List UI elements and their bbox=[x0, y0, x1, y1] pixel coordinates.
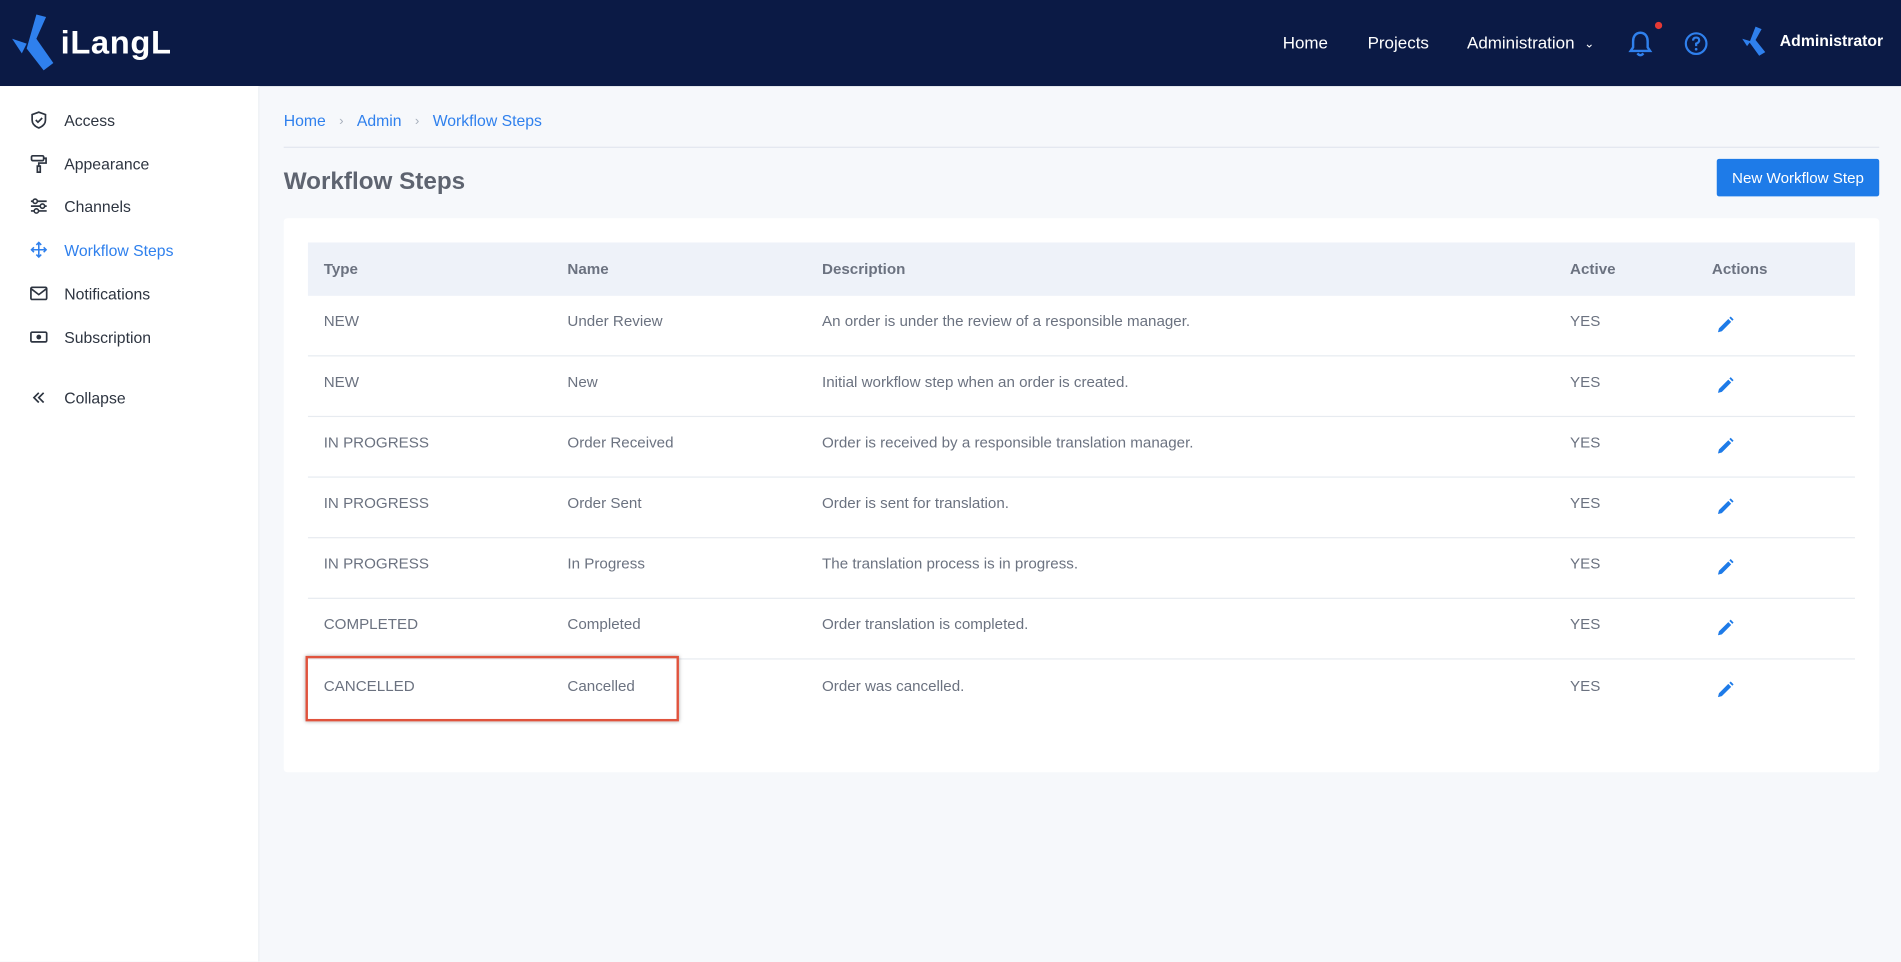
edit-pencil-icon[interactable] bbox=[1717, 559, 1734, 576]
cell-description: Order is received by a responsible trans… bbox=[822, 434, 1194, 452]
top-bar: iLangL Home Projects Administration ⌄ Adm… bbox=[0, 0, 1901, 87]
table-row: IN PROGRESS Order Received Order is rece… bbox=[307, 417, 1855, 478]
sidebar-item-notifications[interactable]: Notifications bbox=[29, 284, 150, 303]
edit-pencil-icon[interactable] bbox=[1717, 619, 1734, 637]
table-row: COMPLETED Completed Order translation is… bbox=[307, 599, 1855, 660]
cell-active: YES bbox=[1570, 555, 1601, 573]
chevron-down-icon: ⌄ bbox=[1584, 37, 1595, 51]
cell-name: Under Review bbox=[567, 312, 663, 330]
sliders-icon bbox=[30, 198, 47, 214]
sidebar-collapse[interactable]: Collapse bbox=[29, 388, 126, 407]
edit-pencil-icon[interactable] bbox=[1717, 681, 1734, 698]
cell-name: In Progress bbox=[567, 555, 645, 573]
sidebar-item-label: Notifications bbox=[64, 284, 151, 303]
cell-type: IN PROGRESS bbox=[323, 555, 429, 573]
sidebar-item-workflow-steps[interactable]: Workflow Steps bbox=[29, 240, 173, 259]
cell-type: COMPLETED bbox=[323, 615, 419, 633]
user-avatar-icon[interactable] bbox=[1741, 25, 1768, 57]
user-name[interactable]: Administrator bbox=[1780, 32, 1883, 50]
breadcrumb-admin[interactable]: Admin bbox=[357, 112, 402, 130]
nav-home[interactable]: Home bbox=[1283, 33, 1328, 52]
table-header: Type Name Description Active Actions bbox=[307, 242, 1855, 296]
sidebar-item-access[interactable]: Access bbox=[29, 110, 115, 129]
table-row: IN PROGRESS Order Sent Order is sent for… bbox=[307, 478, 1855, 539]
sidebar-item-label: Channels bbox=[64, 197, 131, 216]
chevron-right-icon: › bbox=[339, 113, 344, 128]
edit-pencil-icon[interactable] bbox=[1717, 316, 1734, 333]
table-row: NEW Under Review An order is under the r… bbox=[307, 296, 1855, 357]
workflow-icon bbox=[30, 241, 48, 259]
cell-active: YES bbox=[1570, 677, 1601, 695]
sidebar: Access Appearance Channels Workflow Step… bbox=[0, 86, 260, 962]
cell-type: IN PROGRESS bbox=[323, 434, 429, 452]
app-root: iLangL Home Projects Administration ⌄ Adm… bbox=[0, 0, 1901, 962]
sidebar-item-label: Appearance bbox=[64, 154, 150, 173]
edit-pencil-icon[interactable] bbox=[1717, 498, 1734, 515]
edit-pencil-icon[interactable] bbox=[1717, 437, 1734, 455]
workflow-steps-table: Type Name Description Active Actions NEW… bbox=[283, 218, 1880, 773]
cell-name: New bbox=[567, 373, 598, 391]
paint-roller-icon bbox=[30, 154, 47, 174]
cell-description: Order was cancelled. bbox=[822, 677, 965, 695]
nav-administration[interactable]: Administration ⌄ bbox=[1467, 33, 1594, 52]
cell-name: Completed bbox=[567, 615, 641, 633]
cell-description: The translation process is in progress. bbox=[822, 555, 1079, 573]
column-header-type: Type bbox=[323, 260, 358, 278]
cell-name: Order Received bbox=[567, 434, 674, 452]
cell-type: NEW bbox=[323, 312, 360, 330]
cell-type: NEW bbox=[323, 373, 360, 391]
sidebar-item-channels[interactable]: Channels bbox=[29, 196, 131, 215]
logo-icon bbox=[12, 14, 54, 71]
breadcrumb-home[interactable]: Home bbox=[284, 112, 326, 130]
cell-active: YES bbox=[1570, 312, 1601, 330]
collapse-label: Collapse bbox=[64, 388, 126, 407]
cell-type: IN PROGRESS bbox=[323, 494, 429, 512]
nav-projects[interactable]: Projects bbox=[1368, 33, 1429, 52]
breadcrumb-workflow-steps[interactable]: Workflow Steps bbox=[433, 112, 542, 130]
cell-active: YES bbox=[1570, 373, 1601, 391]
mail-icon bbox=[30, 286, 48, 301]
sidebar-item-label: Subscription bbox=[64, 327, 152, 347]
main-content: Home › Admin › Workflow Steps Workflow S… bbox=[261, 86, 1901, 961]
cell-description: Initial workflow step when an order is c… bbox=[822, 373, 1129, 391]
column-header-active: Active bbox=[1570, 260, 1616, 278]
table-row: CANCELLED Cancelled Order was cancelled.… bbox=[308, 661, 1855, 722]
sidebar-item-label: Workflow Steps bbox=[64, 240, 174, 259]
sidebar-item-appearance[interactable]: Appearance bbox=[29, 154, 150, 174]
edit-pencil-icon[interactable] bbox=[1717, 377, 1734, 394]
notification-dot bbox=[1654, 21, 1663, 30]
cell-name: Cancelled bbox=[567, 677, 635, 695]
cell-active: YES bbox=[1570, 615, 1601, 633]
cell-active: YES bbox=[1570, 494, 1601, 512]
column-header-description: Description bbox=[822, 260, 906, 278]
sidebar-item-subscription[interactable]: Subscription bbox=[29, 327, 151, 346]
table-row: IN PROGRESS In Progress The translation … bbox=[307, 538, 1855, 599]
double-chevron-left-icon bbox=[32, 392, 45, 404]
shield-icon bbox=[31, 111, 47, 129]
money-icon bbox=[30, 331, 48, 343]
cell-type: CANCELLED bbox=[323, 677, 415, 695]
new-workflow-step-button[interactable]: New Workflow Step bbox=[1716, 158, 1880, 197]
logo-text: iLangL bbox=[60, 23, 172, 61]
chevron-right-icon: › bbox=[414, 113, 420, 128]
help-icon[interactable] bbox=[1684, 32, 1708, 56]
cell-description: An order is under the review of a respon… bbox=[822, 312, 1191, 330]
cell-description: Order translation is completed. bbox=[822, 615, 1029, 633]
page-title: Workflow Steps bbox=[283, 168, 466, 196]
cell-active: YES bbox=[1570, 434, 1601, 452]
sidebar-item-label: Access bbox=[64, 110, 116, 130]
divider bbox=[283, 146, 1880, 148]
column-header-actions: Actions bbox=[1711, 260, 1768, 278]
logo[interactable]: iLangL bbox=[10, 12, 172, 73]
cell-description: Order is sent for translation. bbox=[822, 494, 1010, 512]
breadcrumb: Home › Admin › Workflow Steps bbox=[284, 112, 542, 130]
column-header-name: Name bbox=[567, 260, 609, 278]
bell-icon[interactable] bbox=[1627, 29, 1654, 58]
nav-administration-label: Administration bbox=[1467, 32, 1575, 53]
cell-name: Order Sent bbox=[567, 494, 642, 512]
table-row: NEW New Initial workflow step when an or… bbox=[307, 356, 1855, 418]
